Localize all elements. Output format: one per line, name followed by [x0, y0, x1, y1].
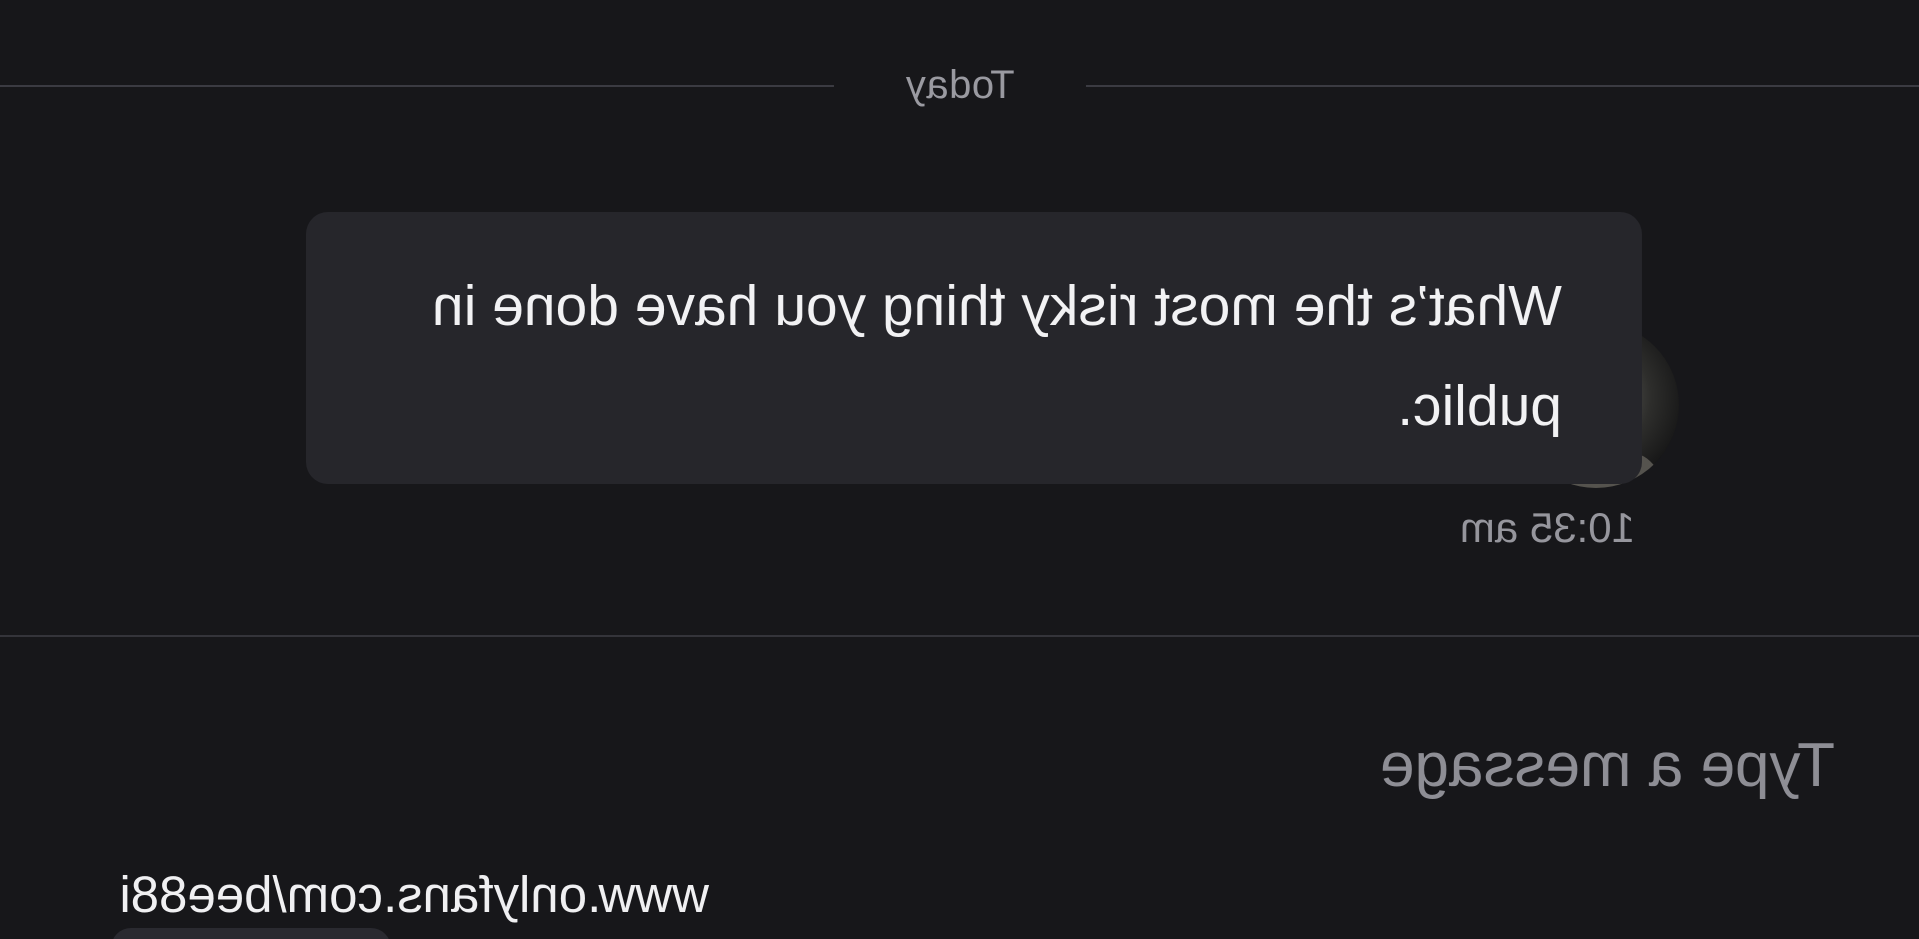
date-separator-line-left [1086, 85, 1919, 87]
date-separator: Today [0, 55, 1919, 115]
composer-divider [0, 635, 1919, 637]
message-text: What’s the most risky thing you have don… [431, 274, 1562, 438]
mirrored-view: Today What’s the most risky thing you ha… [0, 0, 1919, 939]
watermark-text: www.onlyfans.com/bee88i [119, 866, 709, 923]
date-separator-line-right [0, 85, 834, 87]
message-bubble[interactable]: What’s the most risky thing you have don… [306, 212, 1642, 484]
chat-screen: Today What’s the most risky thing you ha… [0, 0, 1919, 939]
date-separator-label: Today [905, 63, 1015, 107]
message-input[interactable] [935, 715, 1835, 815]
partial-button[interactable] [111, 928, 391, 939]
message-timestamp: 10:35 am [1459, 504, 1635, 551]
